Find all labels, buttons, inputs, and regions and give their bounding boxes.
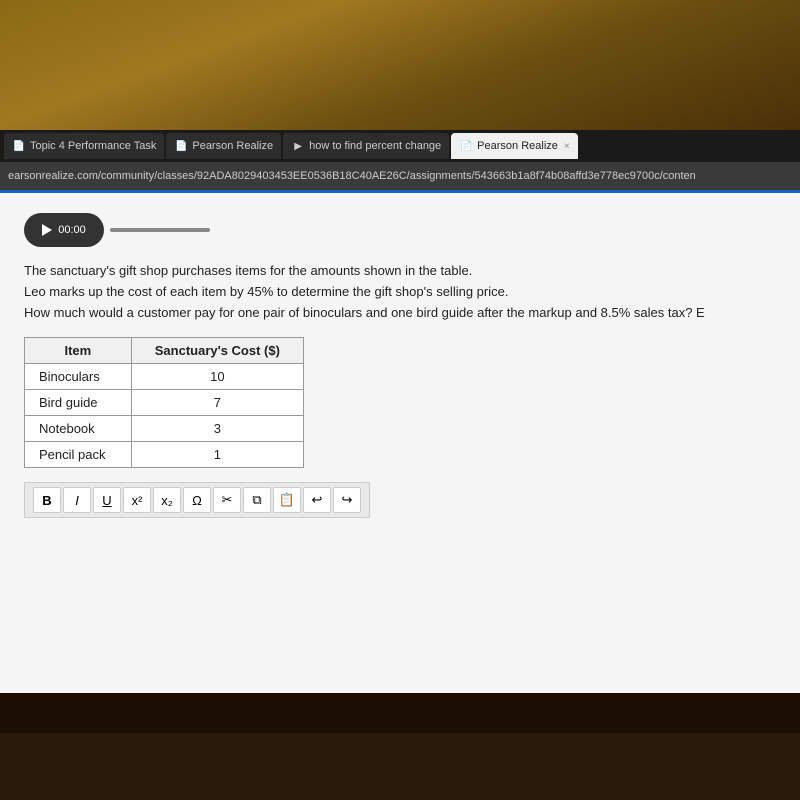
bottom-background: [0, 693, 800, 733]
address-text: earsonrealize.com/community/classes/92AD…: [8, 170, 696, 182]
cell-cost-3: 1: [131, 442, 303, 468]
video-player: 00:00: [24, 213, 776, 247]
play-icon: [42, 224, 52, 236]
cell-item-0: Binoculars: [25, 364, 132, 390]
col-header-item: Item: [25, 338, 132, 364]
cell-cost-2: 3: [131, 416, 303, 442]
table-row: Bird guide7: [25, 390, 304, 416]
tab-icon-topic4: 📄: [12, 139, 26, 153]
main-content: 00:00 The sanctuary's gift shop purchase…: [0, 193, 800, 693]
tab-label-topic4: Topic 4 Performance Task: [30, 140, 156, 152]
paste-button[interactable]: 📋: [273, 487, 301, 513]
tab-label-percent: how to find percent change: [309, 140, 441, 152]
superscript-button[interactable]: x²: [123, 487, 151, 513]
question-line3: How much would a customer pay for one pa…: [24, 303, 776, 324]
video-time: 00:00: [58, 224, 86, 236]
bold-button[interactable]: B: [33, 487, 61, 513]
tab-icon-pearson1: 📄: [174, 139, 188, 153]
table-header-row: Item Sanctuary's Cost ($): [25, 338, 304, 364]
tab-pearson2[interactable]: 📄 Pearson Realize ×: [451, 133, 578, 159]
tab-pearson1[interactable]: 📄 Pearson Realize: [166, 133, 281, 159]
question-block: The sanctuary's gift shop purchases item…: [24, 261, 776, 323]
play-button[interactable]: 00:00: [24, 213, 104, 247]
subscript-button[interactable]: x₂: [153, 487, 181, 513]
cell-item-1: Bird guide: [25, 390, 132, 416]
tab-topic4[interactable]: 📄 Topic 4 Performance Task: [4, 133, 164, 159]
address-bar[interactable]: earsonrealize.com/community/classes/92AD…: [0, 162, 800, 190]
editor-toolbar: B I U x² x₂ Ω ✂ ⧉ 📋 ↩ ↪: [24, 482, 370, 518]
omega-button[interactable]: Ω: [183, 487, 211, 513]
redo-button[interactable]: ↪: [333, 487, 361, 513]
tab-percent[interactable]: ▶ how to find percent change: [283, 133, 449, 159]
tab-label-pearson1: Pearson Realize: [192, 140, 273, 152]
undo-button[interactable]: ↩: [303, 487, 331, 513]
question-line2: Leo marks up the cost of each item by 45…: [24, 282, 776, 303]
tab-label-pearson2: Pearson Realize: [477, 140, 558, 152]
scissors-button[interactable]: ✂: [213, 487, 241, 513]
tab-icon-pearson2: 📄: [459, 139, 473, 153]
cell-cost-1: 7: [131, 390, 303, 416]
table-row: Binoculars10: [25, 364, 304, 390]
browser-taskbar: 📄 Topic 4 Performance Task 📄 Pearson Rea…: [0, 130, 800, 162]
table-row: Pencil pack1: [25, 442, 304, 468]
tab-close-pearson2[interactable]: ×: [564, 141, 570, 152]
data-table: Item Sanctuary's Cost ($) Binoculars10Bi…: [24, 337, 304, 468]
background-ambient: [0, 0, 800, 130]
italic-button[interactable]: I: [63, 487, 91, 513]
copy-button[interactable]: ⧉: [243, 487, 271, 513]
question-line1: The sanctuary's gift shop purchases item…: [24, 261, 776, 282]
cell-item-3: Pencil pack: [25, 442, 132, 468]
tab-icon-percent: ▶: [291, 139, 305, 153]
col-header-cost: Sanctuary's Cost ($): [131, 338, 303, 364]
video-progress-bar[interactable]: [110, 228, 210, 232]
underline-button[interactable]: U: [93, 487, 121, 513]
cell-item-2: Notebook: [25, 416, 132, 442]
table-row: Notebook3: [25, 416, 304, 442]
cell-cost-0: 10: [131, 364, 303, 390]
